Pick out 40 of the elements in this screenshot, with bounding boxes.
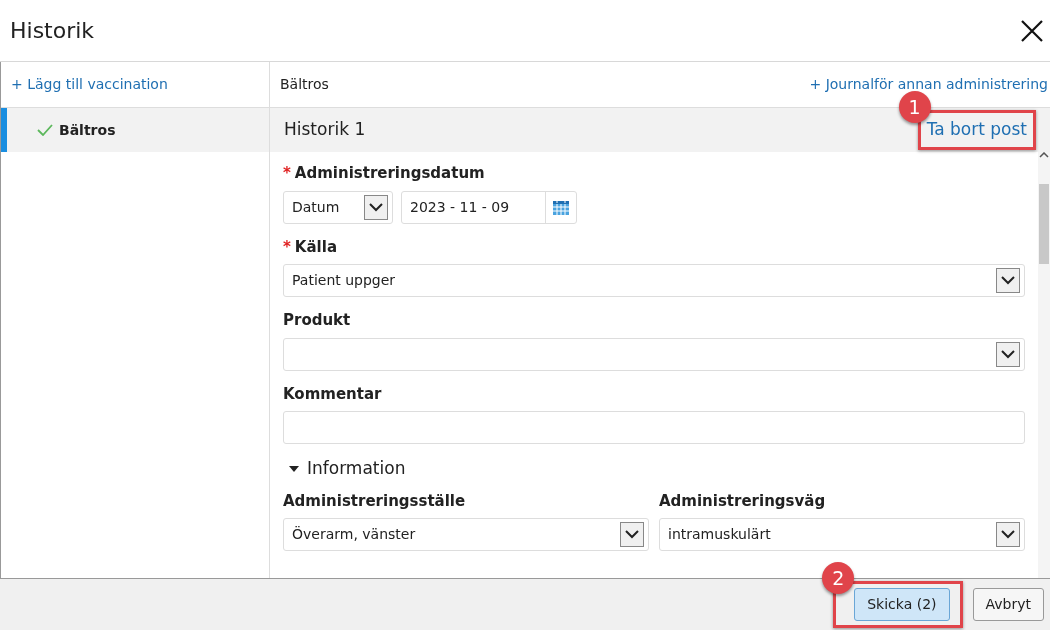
field-label: Administreringsställe	[283, 490, 467, 512]
field-label: * Källa	[283, 236, 338, 258]
cancel-button[interactable]: Avbryt	[972, 588, 1044, 621]
dropdown-button[interactable]	[620, 522, 644, 547]
field-label: Kommentar	[283, 383, 383, 405]
select-field[interactable]: Patient uppger	[283, 264, 1025, 297]
chevron-down-icon	[369, 202, 383, 212]
scrollbar-thumb[interactable]	[1039, 184, 1049, 264]
field-label: * Administreringsdatum	[283, 163, 486, 184]
section-toggle[interactable]: Information	[283, 456, 1025, 482]
field-label: Administreringsväg	[659, 490, 827, 512]
send-button[interactable]: Skicka (2)	[854, 588, 950, 621]
chevron-down-icon	[1001, 349, 1015, 359]
required-mark: *	[283, 237, 291, 256]
dropdown-button[interactable]	[996, 268, 1020, 293]
callout-badge: 2	[822, 562, 855, 594]
caret-down-icon	[289, 463, 299, 474]
field-label: Produkt	[283, 310, 352, 331]
chevron-down-icon	[625, 530, 639, 539]
sidebar-item[interactable]: Bältros	[1, 108, 269, 152]
required-mark: *	[283, 164, 291, 182]
select-field[interactable]: intramuskulärt	[659, 518, 1025, 551]
record-title: Historik 1	[284, 118, 366, 142]
select-field[interactable]	[283, 337, 1025, 371]
date-field[interactable]: 2023 - 11 - 09	[401, 190, 577, 224]
date-type-select[interactable]: Datum	[283, 190, 393, 224]
close-icon	[1020, 18, 1044, 43]
select-field[interactable]: Överarm, vänster	[283, 518, 649, 551]
check-icon	[37, 124, 53, 136]
chevron-down-icon	[1001, 276, 1015, 285]
chevron-down-icon	[1001, 530, 1015, 539]
calendar-icon	[552, 198, 570, 216]
window-title: Historik	[10, 17, 95, 45]
dropdown-button[interactable]	[996, 341, 1020, 367]
scroll-up-icon	[1039, 152, 1049, 158]
text-field[interactable]	[283, 411, 1025, 444]
add-vaccination-link[interactable]: + Lägg till vaccination	[11, 74, 168, 95]
dropdown-button[interactable]	[364, 194, 388, 220]
dropdown-button[interactable]	[996, 522, 1020, 547]
panel-title: Bältros	[280, 75, 329, 94]
